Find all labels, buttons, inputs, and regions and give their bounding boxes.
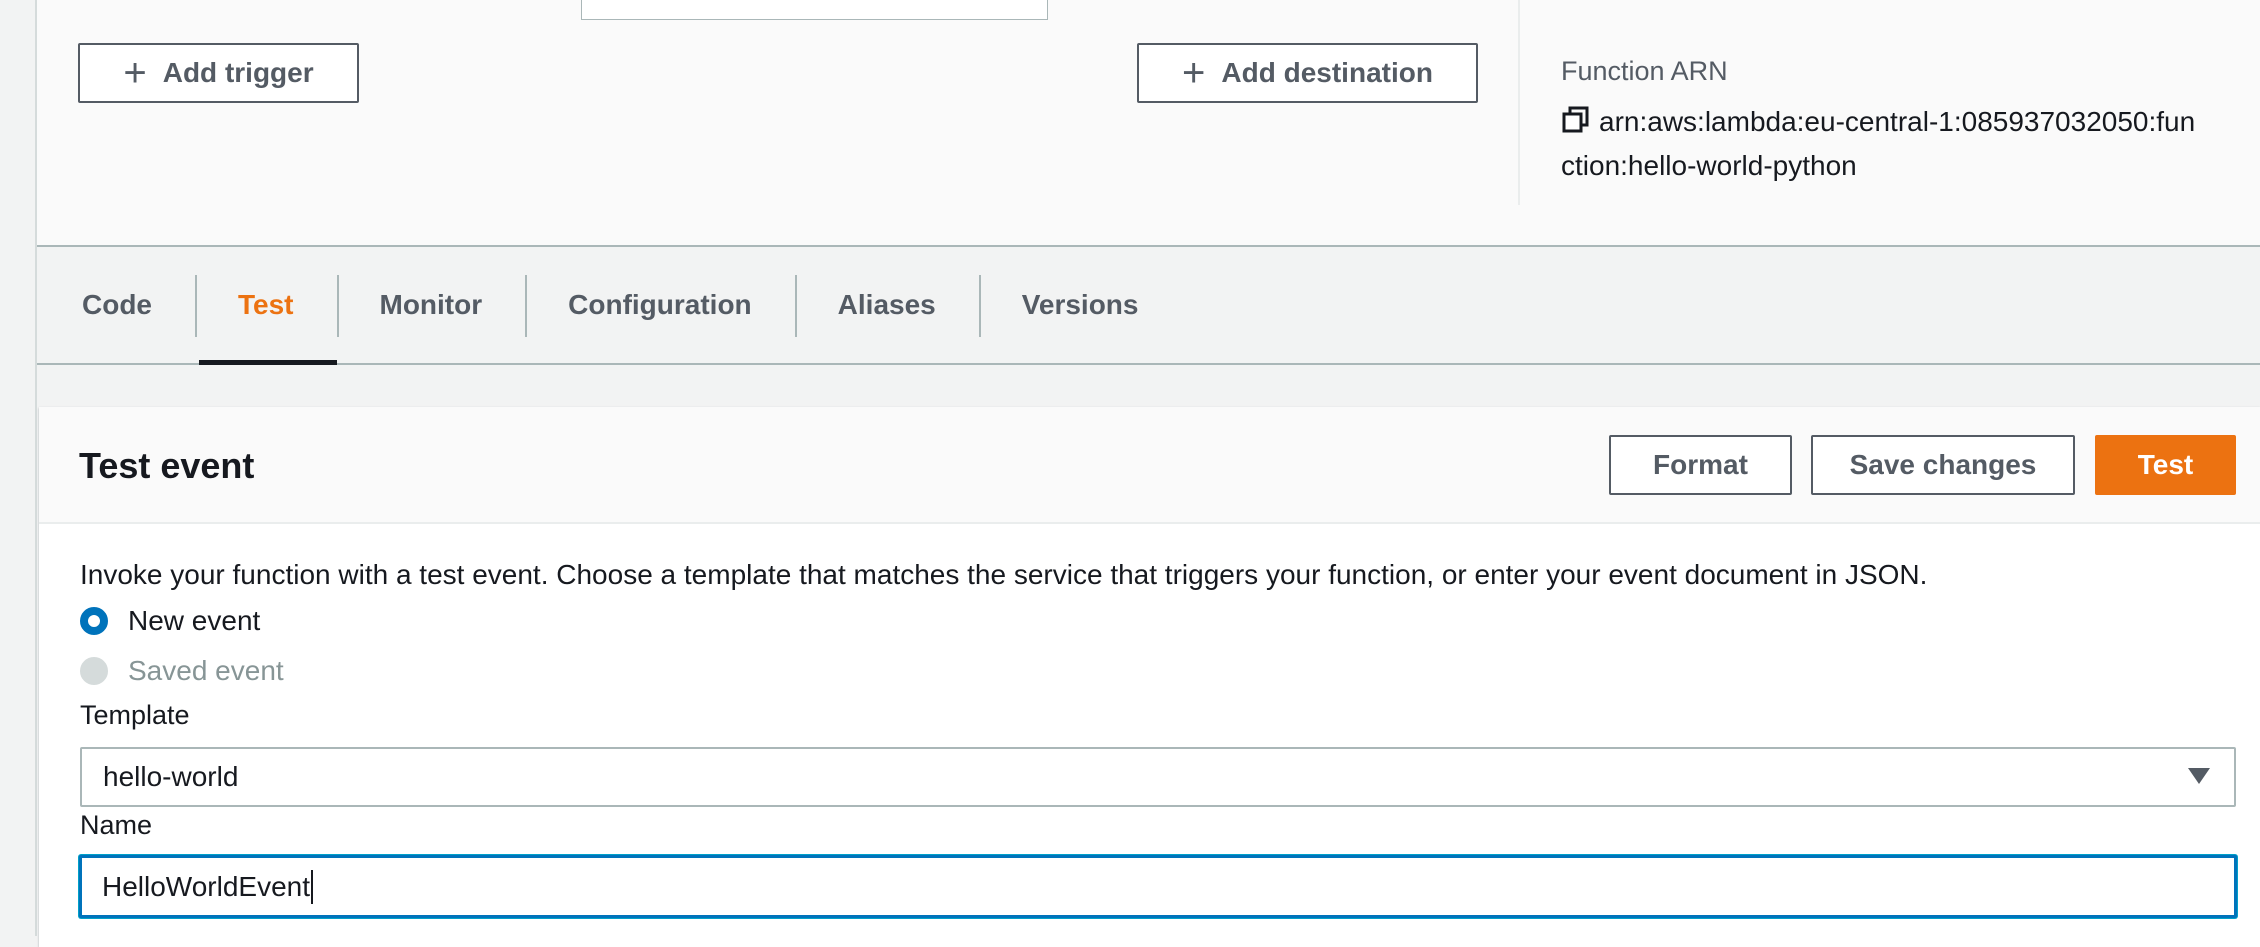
tab-monitor[interactable]: Monitor bbox=[336, 247, 526, 363]
test-event-description: Invoke your function with a test event. … bbox=[80, 559, 1928, 590]
function-overview-panel: + Add trigger + Add destination Function… bbox=[37, 0, 2260, 247]
tab-code[interactable]: Code bbox=[37, 247, 195, 363]
text-cursor bbox=[311, 869, 314, 904]
name-label: Name bbox=[80, 810, 153, 840]
event-name-value: HelloWorldEvent bbox=[102, 870, 311, 902]
radio-disabled-icon[interactable] bbox=[80, 657, 108, 685]
tab-aliases[interactable]: Aliases bbox=[794, 247, 979, 363]
function-arn-label: Function ARN bbox=[1561, 56, 1728, 86]
function-arn-value: arn:aws:lambda:eu-central-1:085937032050… bbox=[1561, 100, 2260, 188]
add-destination-label: Add destination bbox=[1221, 57, 1433, 88]
tab-aliases-label: Aliases bbox=[837, 289, 936, 320]
template-selected-value: hello-world bbox=[103, 761, 239, 792]
radio-new-event-label: New event bbox=[128, 605, 261, 636]
function-diagram-box[interactable] bbox=[581, 0, 1048, 20]
add-trigger-label: Add trigger bbox=[162, 57, 314, 88]
plus-icon: + bbox=[123, 51, 147, 95]
tab-test[interactable]: Test bbox=[195, 247, 337, 365]
tab-test-label: Test bbox=[238, 289, 294, 320]
tab-versions-label: Versions bbox=[1021, 289, 1139, 320]
function-tabs: Code Test Monitor Configuration Aliases … bbox=[37, 247, 2260, 365]
radio-saved-event-label: Saved event bbox=[128, 655, 284, 686]
tab-monitor-label: Monitor bbox=[379, 289, 483, 320]
add-trigger-button[interactable]: + Add trigger bbox=[78, 43, 359, 103]
radio-new-event[interactable]: New event bbox=[80, 605, 260, 637]
save-changes-button[interactable]: Save changes bbox=[1811, 435, 2075, 495]
event-name-input[interactable]: HelloWorldEvent bbox=[79, 855, 2237, 918]
function-arn-line1: arn:aws:lambda:eu-central-1:085937032050… bbox=[1599, 106, 2196, 137]
template-label: Template bbox=[80, 700, 190, 730]
panel-title: Test event bbox=[79, 445, 255, 486]
copy-icon[interactable] bbox=[1561, 105, 1591, 135]
test-event-header: Test event Format Save changes Test bbox=[39, 407, 2260, 524]
plus-icon: + bbox=[1182, 51, 1206, 95]
function-arn-line2: ction:hello-world-python bbox=[1561, 150, 1857, 181]
template-select[interactable]: hello-world bbox=[80, 747, 2236, 807]
add-destination-button[interactable]: + Add destination bbox=[1137, 43, 1478, 103]
test-event-panel: Test event Format Save changes Test Invo… bbox=[39, 407, 2260, 947]
radio-selected-icon[interactable] bbox=[80, 607, 108, 635]
test-button[interactable]: Test bbox=[2095, 435, 2236, 495]
tab-configuration-label: Configuration bbox=[568, 289, 752, 320]
tab-code-label: Code bbox=[82, 289, 152, 320]
radio-saved-event[interactable]: Saved event bbox=[80, 655, 284, 687]
overview-divider bbox=[1518, 0, 1520, 205]
tab-configuration[interactable]: Configuration bbox=[525, 247, 795, 363]
tab-versions[interactable]: Versions bbox=[978, 247, 1182, 363]
format-button[interactable]: Format bbox=[1609, 435, 1792, 495]
caret-down-icon bbox=[2188, 768, 2210, 784]
left-edge-rail bbox=[0, 0, 37, 936]
